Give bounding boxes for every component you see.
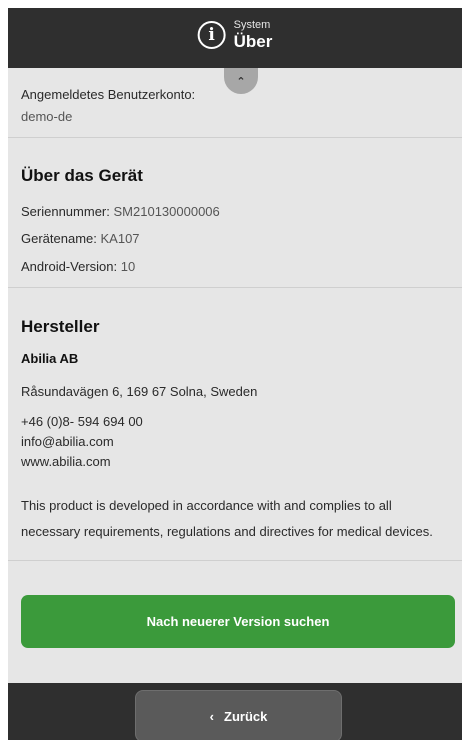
device-name-row: Gerätename: KA107 <box>21 231 140 246</box>
divider <box>8 560 462 561</box>
check-update-button[interactable]: Nach neuerer Version suchen <box>21 595 455 648</box>
compliance-line-1: This product is developed in accordance … <box>21 498 392 513</box>
header-title-group: i System Über <box>197 19 273 51</box>
header-section: System <box>233 19 271 31</box>
about-screen: i System Über ⌃ Angemeldetes Benutzerkon… <box>8 8 462 740</box>
info-icon: i <box>197 21 226 49</box>
serial-row: Seriennummer: SM210130000006 <box>21 204 220 219</box>
page-title: Über <box>233 32 273 51</box>
chevron-up-icon[interactable]: ⌃ <box>224 68 258 94</box>
account-label: Angemeldetes Benutzerkonto: <box>21 87 196 102</box>
manufacturer-heading: Hersteller <box>21 317 100 336</box>
chevron-left-icon: ‹ <box>209 708 214 724</box>
serial-value: SM210130000006 <box>113 204 220 219</box>
android-row: Android-Version: 10 <box>21 259 135 274</box>
back-label: Zurück <box>224 708 268 724</box>
back-button[interactable]: ‹ Zurück <box>135 690 342 740</box>
bottom-bar: ‹ Zurück <box>8 683 462 740</box>
account-value: demo-de <box>21 109 73 124</box>
manufacturer-name: Abilia AB <box>21 351 79 366</box>
android-label: Android-Version: <box>21 259 118 274</box>
device-heading: Über das Gerät <box>21 166 143 185</box>
manufacturer-address: Råsundavägen 6, 169 67 Solna, Sweden <box>21 384 258 399</box>
device-name-value: KA107 <box>100 231 140 246</box>
android-value: 10 <box>120 259 136 274</box>
top-bar: i System Über <box>8 8 462 68</box>
serial-label: Seriennummer: <box>21 204 110 219</box>
manufacturer-phone: +46 (0)8- 594 694 00 <box>21 414 143 429</box>
device-name-label: Gerätename: <box>21 231 97 246</box>
manufacturer-website: www.abilia.com <box>21 454 111 469</box>
divider <box>8 287 462 288</box>
manufacturer-email: info@abilia.com <box>21 434 114 449</box>
divider <box>8 137 462 138</box>
content-area[interactable]: ⌃ Angemeldetes Benutzerkonto: demo-de Üb… <box>8 68 462 683</box>
compliance-line-2: necessary requirements, regulations and … <box>21 524 433 539</box>
